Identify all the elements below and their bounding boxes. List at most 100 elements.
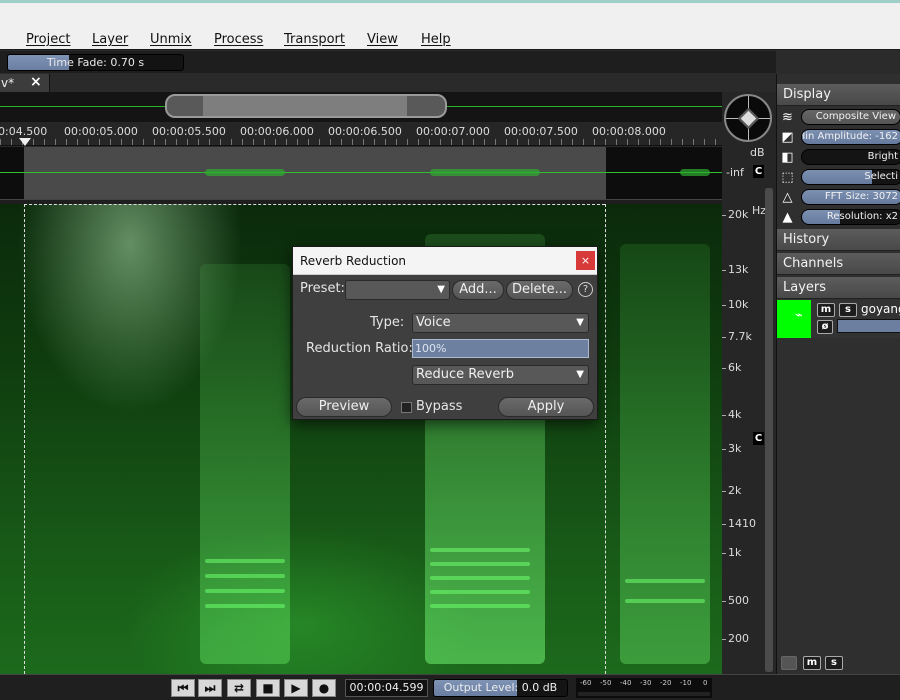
mode-dropdown[interactable]: Reduce Reverb ▼	[412, 365, 589, 385]
harmonic-band	[625, 599, 705, 603]
selection-right-edge[interactable]	[605, 204, 606, 674]
dialog-title-bar[interactable]: Reverb Reduction ×	[293, 247, 597, 275]
meter-label: -20	[660, 679, 672, 687]
freq-label: 4k	[728, 408, 742, 421]
composite-view-label: Composite View	[815, 111, 896, 122]
overview-selection	[203, 96, 407, 116]
waveform-peak	[430, 169, 540, 176]
chevron-down-icon: ▼	[437, 284, 445, 295]
freq-label: 2k	[728, 484, 742, 497]
preview-button[interactable]: Preview	[296, 397, 392, 417]
level-meter: -60 -50 -40 -30 -20 -10 0	[576, 678, 712, 698]
min-amplitude-slider[interactable]: Min Amplitude: -162	[801, 129, 900, 145]
play-icon[interactable]: ▶	[284, 679, 308, 697]
toolbar: Time Fade: 0.70 s	[0, 51, 776, 73]
close-icon[interactable]: ×	[30, 74, 42, 90]
layer-name[interactable]: goyang	[861, 302, 900, 316]
meter-label: -60	[580, 679, 592, 687]
apply-button[interactable]: Apply	[498, 397, 594, 417]
axis-tick	[722, 601, 726, 602]
help-icon[interactable]: ?	[578, 282, 593, 297]
channels-header[interactable]: Channels	[777, 253, 900, 275]
harmonic-band	[430, 562, 530, 566]
fft-icon[interactable]: △	[780, 190, 795, 205]
menu-layer[interactable]: Layer	[92, 32, 128, 47]
time-fade-slider[interactable]: Time Fade: 0.70 s	[7, 54, 184, 71]
resolution-icon[interactable]: ▲	[780, 210, 795, 225]
axis-tick	[722, 368, 726, 369]
vertical-scroll-thumb[interactable]	[765, 188, 773, 672]
skip-end-icon[interactable]: ⏭	[198, 679, 222, 697]
stop-icon[interactable]: ■	[256, 679, 280, 697]
type-dropdown[interactable]: Voice ▼	[412, 313, 589, 333]
bottom-solo-button[interactable]: s	[825, 656, 843, 670]
harmonic-band	[205, 574, 285, 578]
skip-start-icon[interactable]: ⏮	[171, 679, 195, 697]
vertical-scrollbar[interactable]	[765, 188, 773, 672]
axis-tick	[722, 270, 726, 271]
current-time-display[interactable]: 00:00:04.599	[345, 679, 428, 697]
harmonic-band	[430, 548, 530, 552]
loop-icon[interactable]: ⇄	[227, 679, 251, 697]
min-amplitude-icon[interactable]: ◩	[780, 130, 795, 145]
selection-label: Selecti	[864, 171, 898, 182]
ruler-tick: 00:00:08.000	[592, 125, 666, 138]
layer-phase-button[interactable]: ø	[817, 320, 833, 334]
axis-tick	[722, 449, 726, 450]
channel-c-badge: C	[753, 432, 764, 445]
ruler-tick: 00:00:05.500	[152, 125, 226, 138]
fft-size-slider[interactable]: FFT Size: 3072	[801, 189, 900, 205]
preset-dropdown[interactable]: ▼	[345, 280, 450, 300]
inf-label: -inf	[726, 166, 744, 179]
menu-view[interactable]: View	[367, 32, 398, 47]
bottom-mute-button[interactable]: m	[803, 656, 821, 670]
harmonic-band	[430, 604, 530, 608]
chevron-down-icon: ▼	[576, 369, 584, 380]
menu-bar: Project Layer Unmix Process Transport Vi…	[0, 30, 900, 50]
menu-help[interactable]: Help	[421, 32, 451, 47]
harmonic-band	[625, 579, 705, 583]
menu-project[interactable]: Project	[26, 32, 70, 47]
brightness-icon[interactable]: ◧	[780, 150, 795, 165]
playhead-marker-icon[interactable]	[19, 138, 31, 146]
menu-unmix[interactable]: Unmix	[150, 32, 192, 47]
menu-process[interactable]: Process	[214, 32, 263, 47]
ruler-tick-marks	[0, 139, 722, 145]
axis-tick	[722, 524, 726, 525]
add-layer-button[interactable]	[781, 656, 797, 670]
layers-header[interactable]: Layers	[777, 277, 900, 299]
layer-color-swatch[interactable]: ⌁	[777, 300, 811, 338]
waveform-view[interactable]	[0, 147, 722, 199]
add-preset-button[interactable]: Add...	[452, 280, 504, 300]
navigation-compass-icon[interactable]	[724, 94, 772, 142]
output-level-slider[interactable]: Output Level: 0.0 dB	[433, 679, 568, 697]
history-header[interactable]: History	[777, 229, 900, 251]
delete-preset-button[interactable]: Delete...	[506, 280, 573, 300]
record-icon[interactable]: ●	[312, 679, 336, 697]
close-icon[interactable]: ×	[576, 251, 595, 270]
meter-bar	[578, 692, 710, 696]
selection-slider[interactable]: Selecti	[801, 169, 900, 185]
freq-label: 7.7k	[728, 330, 752, 343]
bypass-checkbox[interactable]	[401, 402, 412, 413]
overview-scroller[interactable]	[0, 92, 722, 122]
reduction-ratio-field[interactable]: 100%	[412, 339, 589, 358]
layer-gain-slider[interactable]	[837, 319, 900, 333]
harmonic-band	[205, 604, 285, 608]
layers-stack-icon[interactable]: ≋	[780, 110, 795, 125]
file-tab[interactable]: v* ×	[0, 74, 50, 92]
resolution-slider[interactable]: Resolution: x2	[801, 209, 900, 225]
selection-left-edge[interactable]	[24, 204, 25, 674]
selection-icon[interactable]: ⬚	[780, 170, 795, 185]
layer-solo-button[interactable]: s	[839, 303, 857, 317]
menu-transport[interactable]: Transport	[284, 32, 345, 47]
brightness-slider[interactable]: Bright	[801, 149, 900, 165]
axis-tick	[722, 553, 726, 554]
time-ruler[interactable]: 0:04.500 00:00:05.000 00:00:05.500 00:00…	[0, 122, 722, 146]
display-header[interactable]: Display	[777, 84, 900, 106]
composite-view-dropdown[interactable]: Composite View	[801, 109, 900, 125]
layer-mute-button[interactable]: m	[817, 303, 835, 317]
layer-row[interactable]: ⌁ m s goyang ø	[777, 300, 900, 338]
freq-label: 20k	[728, 208, 749, 221]
overview-view-window[interactable]	[165, 94, 447, 118]
